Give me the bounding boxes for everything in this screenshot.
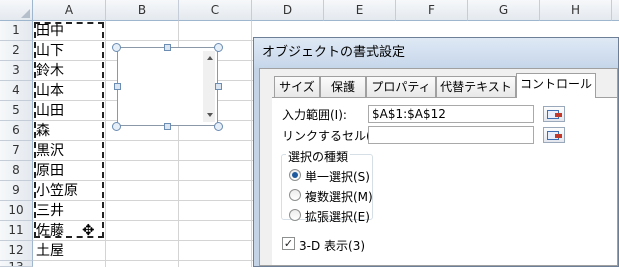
column-header-e[interactable]: E [324, 0, 396, 21]
input-range-picker-button[interactable] [543, 106, 565, 122]
column-header-f[interactable]: F [396, 0, 468, 21]
resize-handle-bottom-right[interactable] [214, 122, 223, 131]
cell-a12[interactable]: 土屋 [36, 241, 64, 261]
row-header-4[interactable]: 4 [0, 81, 33, 101]
linked-cell-field[interactable] [368, 126, 534, 144]
tab-protection[interactable]: 保護 [320, 76, 366, 97]
list-box-control[interactable] [117, 47, 218, 126]
resize-handle-top-left[interactable] [112, 43, 121, 52]
resize-handle-top-right[interactable] [214, 43, 223, 52]
three-d-label[interactable]: 3-D 表示(3) [299, 237, 365, 254]
row-header-8[interactable]: 8 [0, 161, 33, 181]
column-header-a[interactable]: A [33, 0, 106, 21]
row-header-5[interactable]: 5 [0, 101, 33, 121]
row-header-9[interactable]: 9 [0, 181, 33, 201]
select-all-corner[interactable] [0, 0, 33, 21]
resize-handle-left[interactable] [114, 83, 121, 90]
resize-handle-right[interactable] [215, 83, 222, 90]
column-header-g[interactable]: G [468, 0, 540, 21]
column-header-b[interactable]: B [106, 0, 179, 21]
control-tab-panel: 入力範囲(I): $A$1:$A$12 リンクするセル(C): 選択の種類 単一… [272, 97, 617, 265]
row-header-7[interactable]: 7 [0, 141, 33, 161]
resize-handle-bottom-left[interactable] [112, 122, 121, 131]
grid-col-line [105, 21, 106, 267]
row-header-2[interactable]: 2 [0, 41, 33, 61]
copy-marquee [34, 22, 104, 238]
multi-select-label[interactable]: 複数選択(M) [305, 188, 373, 205]
list-box-scrollbar[interactable] [203, 51, 215, 122]
grid-col-line [251, 21, 252, 267]
dialog-body: サイズ 保護 プロパティ 代替テキスト コントロール 入力範囲(I): $A$1… [259, 68, 618, 266]
dialog-title[interactable]: オブジェクトの書式設定 [254, 38, 618, 68]
extend-select-label[interactable]: 拡張選択(E) [305, 208, 370, 225]
resize-handle-top[interactable] [164, 44, 171, 51]
radio-multi-select[interactable] [289, 189, 301, 201]
column-header-d[interactable]: D [252, 0, 324, 21]
tab-properties[interactable]: プロパティ [366, 76, 436, 97]
scroll-up-arrow-icon[interactable] [207, 56, 213, 60]
row-header-13[interactable]: 13 [0, 261, 33, 267]
row-header-1[interactable]: 1 [0, 21, 33, 41]
row-header-12[interactable]: 12 [0, 241, 33, 261]
move-cursor-icon: ✥ [82, 221, 95, 239]
resize-handle-bottom[interactable] [164, 123, 171, 130]
radio-extend-select[interactable] [289, 209, 301, 221]
row-header-11[interactable]: 11 [0, 221, 33, 241]
tab-alt-text[interactable]: 代替テキスト [436, 76, 516, 97]
tab-size[interactable]: サイズ [274, 76, 320, 97]
input-range-field[interactable]: $A$1:$A$12 [368, 105, 534, 123]
three-d-checkbox[interactable]: ✓ [282, 237, 295, 250]
format-object-dialog: オブジェクトの書式設定 サイズ 保護 プロパティ 代替テキスト コントロール 入… [253, 37, 619, 267]
linked-cell-picker-button[interactable] [543, 127, 565, 143]
single-select-label[interactable]: 単一選択(S) [305, 168, 370, 185]
scroll-down-arrow-icon[interactable] [207, 113, 213, 117]
row-header-10[interactable]: 10 [0, 201, 33, 221]
column-header-partial[interactable] [612, 0, 619, 21]
column-header-c[interactable]: C [179, 0, 252, 21]
input-range-label: 入力範囲(I): [282, 108, 347, 122]
radio-single-select[interactable] [289, 169, 301, 181]
row-header-6[interactable]: 6 [0, 121, 33, 141]
selection-type-label: 選択の種類 [286, 148, 351, 165]
row-header-3[interactable]: 3 [0, 61, 33, 81]
column-header-h[interactable]: H [540, 0, 612, 21]
tab-control[interactable]: コントロール [516, 73, 596, 98]
